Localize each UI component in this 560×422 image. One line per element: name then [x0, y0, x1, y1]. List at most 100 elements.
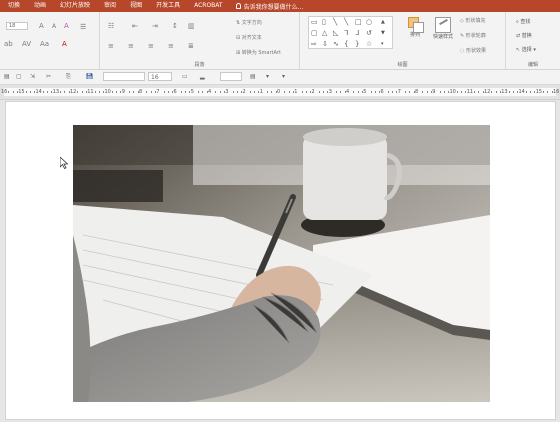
paragraph-group: ☷ ⇤ ⇥ ↕ ▥ ≡ ≡ ≡ ≡ ≣ ⇅ 文字方向 ⊟ 对齐文本 ⊞ 转换为 …	[100, 12, 300, 69]
triangle-shape-icon[interactable]: △	[322, 29, 327, 37]
tab-developer[interactable]: 开发工具	[149, 0, 187, 12]
tab-acrobat[interactable]: ACROBAT	[187, 0, 230, 12]
char-spacing-icon[interactable]: AV	[22, 40, 31, 48]
qa-icon-5[interactable]: ⎘	[66, 72, 71, 81]
qa-icon-7[interactable]: ▂	[200, 72, 205, 81]
line-shape-icon[interactable]: ╲	[333, 18, 337, 26]
ruler-tick	[353, 91, 355, 93]
ruler-label: 13	[52, 89, 60, 95]
quick-styles-label: 快速样式	[432, 34, 453, 40]
ruler-tick	[94, 91, 96, 93]
qa-more-icon[interactable]: ▾	[282, 72, 285, 81]
ruler-tick	[284, 91, 286, 93]
brace-shape-icon[interactable]: {	[344, 40, 348, 48]
columns-icon[interactable]: ▥	[188, 22, 195, 30]
brace2-shape-icon[interactable]: }	[355, 40, 359, 48]
tab-animations[interactable]: 动画	[27, 0, 53, 12]
ruler-tick	[267, 91, 269, 93]
tell-me-search[interactable]: 告诉我你想要做什么...	[230, 2, 303, 11]
align-center-icon[interactable]: ≡	[128, 42, 134, 50]
line2-shape-icon[interactable]: ╲	[344, 18, 348, 26]
smartart-button[interactable]: ⊞ 转换为 SmartArt	[236, 49, 281, 56]
ruler-label: 7	[397, 89, 401, 95]
select-button[interactable]: ↖ 选择 ▾	[516, 46, 536, 53]
grow-font-icon[interactable]: A	[39, 22, 44, 30]
qa-icon-8[interactable]: ▤	[250, 72, 256, 81]
ruler-tick	[111, 91, 113, 93]
qa-dropdown[interactable]	[220, 72, 242, 81]
font-size-box[interactable]: 18	[6, 22, 28, 30]
distributed-icon[interactable]: ≣	[188, 42, 194, 50]
gallery-more-icon[interactable]: ▾	[381, 40, 384, 48]
darrow-shape-icon[interactable]: ⇩	[322, 40, 328, 48]
vtextbox-shape-icon[interactable]: ▯	[322, 18, 326, 26]
oval-shape-icon[interactable]: ○	[366, 18, 372, 26]
undo-arrow-shape-icon[interactable]: ↺	[366, 29, 372, 37]
increase-indent-icon[interactable]: ⇥	[152, 22, 158, 30]
change-case-icon[interactable]: Aa	[40, 40, 49, 48]
numbering-icon[interactable]: ☷	[108, 22, 114, 30]
replace-button[interactable]: ⇄ 替换	[516, 32, 532, 39]
rtriangle-shape-icon[interactable]: ◺	[333, 29, 338, 37]
arrow-shape-icon[interactable]: ⇨	[311, 40, 317, 48]
font-name-box[interactable]	[103, 72, 145, 81]
gallery-down-icon[interactable]: ▼	[381, 29, 385, 37]
arrange-button[interactable]: 排列	[404, 17, 426, 38]
lightbulb-icon	[235, 3, 241, 9]
ruler-label: 14	[35, 89, 42, 95]
strikethrough-icon[interactable]: ab	[4, 40, 13, 48]
ruler-label: 14	[518, 89, 525, 95]
text-direction-button[interactable]: ⇅ 文字方向	[236, 19, 262, 26]
connector2-shape-icon[interactable]: ᒧ	[355, 29, 359, 37]
textbox-shape-icon[interactable]: ▭	[311, 18, 318, 26]
clear-format-icon[interactable]: A	[64, 22, 69, 30]
font-color-icon[interactable]: A	[62, 40, 67, 48]
qa-icon-6[interactable]: ▭	[182, 72, 188, 81]
shapes-gallery[interactable]: ▭ ▯ ╲ ╲ □ ○ ▢ △ ◺ ᒣ ᒧ ↺ ⇨ ⇩ ∿ { } ☆ ▲ ▼ …	[308, 16, 393, 49]
line-spacing-icon[interactable]: ↕	[172, 22, 178, 30]
tab-review[interactable]: 审阅	[97, 0, 123, 12]
shape-outline-label: 形状轮廓	[465, 33, 486, 39]
qa-font-size-box[interactable]: 16	[148, 72, 172, 81]
justify-icon[interactable]: ≡	[168, 42, 174, 50]
shape-effects-button[interactable]: ◌ 形状效果	[460, 47, 486, 54]
qa-icon-1[interactable]: ▤	[4, 72, 10, 81]
gallery-up-icon[interactable]: ▲	[381, 18, 385, 26]
ruler-label: 4	[346, 89, 350, 95]
editing-group: ⌕ 查找 ⇄ 替换 ↖ 选择 ▾ 编辑	[506, 12, 560, 69]
ruler-tick	[129, 91, 131, 93]
tab-slideshow[interactable]: 幻灯片放映	[53, 0, 97, 12]
ruler-label: 10	[104, 89, 111, 95]
tab-view[interactable]: 视图	[123, 0, 149, 12]
shape-fill-button[interactable]: ◇ 形状填充	[460, 17, 485, 24]
text-direction-label: 文字方向	[241, 20, 262, 26]
ruler-tick	[340, 91, 342, 93]
find-button[interactable]: ⌕ 查找	[516, 18, 530, 25]
ruler-tick	[305, 91, 307, 93]
qa-icon-4[interactable]: ✂	[46, 72, 51, 81]
tab-transitions[interactable]: 切换	[0, 0, 27, 12]
save-icon[interactable]: 💾︎	[86, 72, 94, 81]
connector-shape-icon[interactable]: ᒣ	[344, 29, 348, 37]
decrease-indent-icon[interactable]: ⇤	[132, 22, 138, 30]
qa-icon-2[interactable]: ▢	[16, 72, 22, 81]
align-right-icon[interactable]: ≡	[148, 42, 154, 50]
star-shape-icon[interactable]: ☆	[366, 40, 372, 48]
curve-shape-icon[interactable]: ∿	[333, 40, 339, 48]
qa-icon-3[interactable]: ⇲	[30, 72, 35, 81]
shape-outline-button[interactable]: ✎ 形状轮廓	[460, 32, 486, 39]
align-text-button[interactable]: ⊟ 对齐文本	[236, 34, 262, 41]
qa-icon-9[interactable]: ▾	[266, 72, 269, 81]
slide-photo[interactable]	[73, 125, 490, 402]
quick-styles-button[interactable]: 快速样式	[428, 17, 458, 40]
ruler-tick	[409, 91, 411, 93]
ruler-label: 2	[242, 89, 246, 95]
ruler-tick	[29, 91, 31, 93]
rounded-rect-shape-icon[interactable]: ▢	[311, 29, 318, 37]
rect-shape-icon[interactable]: □	[355, 18, 362, 26]
ruler-label: 12	[484, 89, 491, 95]
bullets-icon[interactable]: ☰	[80, 23, 86, 31]
shrink-font-icon[interactable]: A	[52, 23, 56, 31]
align-left-icon[interactable]: ≡	[108, 42, 114, 50]
ruler-tick	[405, 91, 407, 93]
